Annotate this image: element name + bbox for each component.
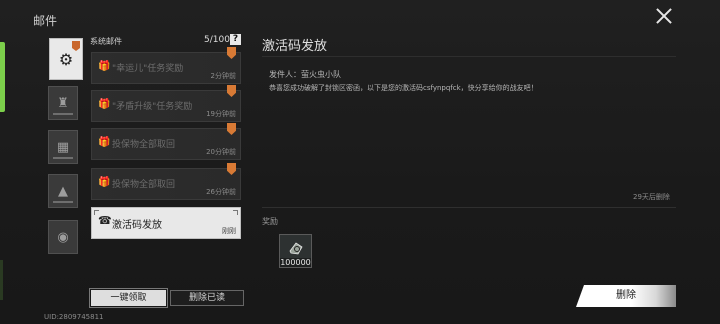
mail-item[interactable]: 🎁 投保物全部取回 26分钟前	[91, 163, 241, 200]
category-warning[interactable]: ▲	[48, 174, 78, 208]
unread-pin-icon	[227, 85, 236, 97]
user-id: UID:2809745811	[44, 313, 104, 321]
unread-pin-icon	[227, 163, 236, 175]
mail-list-header: 系统邮件	[90, 37, 122, 46]
unread-pin-icon	[227, 123, 236, 135]
currency-icon	[289, 242, 303, 255]
mail-detail-title: 激活码发放	[262, 39, 328, 54]
mail-time: 20分钟前	[206, 148, 236, 156]
mail-item[interactable]: 🎁 "矛盾升级"任务奖励 19分钟前	[91, 85, 241, 122]
unread-pin-icon	[227, 47, 236, 59]
mail-item[interactable]: 🎁 "幸运儿"任务奖励 2分钟前	[91, 47, 241, 84]
warning-icon: ▲	[58, 183, 68, 199]
divider	[262, 56, 676, 57]
category-crates[interactable]: ▦	[48, 130, 78, 164]
gift-icon: 🎁	[98, 61, 111, 72]
mail-time: 19分钟前	[206, 110, 236, 118]
crates-icon: ▦	[56, 139, 70, 155]
gear-icon: ⚙	[58, 49, 74, 69]
side-tab-indicator[interactable]	[0, 42, 5, 112]
delete-read-button[interactable]: 删除已读	[170, 290, 244, 306]
gift-icon: 🎁	[98, 177, 111, 188]
mail-subject: 激活码发放	[112, 220, 162, 231]
category-person[interactable]: ♜	[48, 86, 78, 120]
side-tab-indicator-lower	[0, 260, 3, 300]
category-system-mail[interactable]: ⚙	[49, 38, 83, 80]
helmet-icon: ◉	[57, 229, 69, 245]
mail-time: 2分钟前	[210, 72, 236, 80]
divider	[262, 207, 676, 208]
mail-sender: 发件人：萤火虫小队	[269, 70, 341, 79]
mail-item[interactable]: 🎁 投保物全部取回 20分钟前	[91, 123, 241, 160]
mail-subject: "矛盾升级"任务奖励	[112, 102, 193, 112]
person-icon: ♜	[57, 95, 69, 111]
close-icon[interactable]	[654, 6, 674, 26]
badge-icon	[72, 41, 80, 51]
mail-subject: 投保物全部取回	[112, 140, 176, 150]
mail-item-selected[interactable]: ☎ 激活码发放 刚刚	[91, 207, 241, 239]
telephone-icon: ☎	[98, 214, 112, 227]
category-helmet[interactable]: ◉	[48, 220, 78, 254]
reward-item[interactable]: 100000	[279, 234, 312, 268]
help-icon[interactable]: ?	[230, 34, 241, 45]
delete-button[interactable]: 删除	[576, 285, 676, 307]
mail-subject: "幸运儿"任务奖励	[112, 64, 184, 74]
reward-amount: 100000	[280, 258, 311, 267]
mail-time: 刚刚	[222, 227, 236, 235]
gift-icon: 🎁	[98, 99, 111, 110]
mail-screen: 邮件 ⚙ ♜ ▦ ▲ ◉ 系统邮件 5/100 ? 🎁 "幸运儿"任务奖励 2分…	[0, 0, 720, 324]
reward-label: 奖励	[262, 217, 278, 226]
mail-body: 恭喜您成功破解了封锁区密函，以下是您的激活码csfynpqfck，快分享给你的战…	[269, 84, 538, 92]
mail-time: 26分钟前	[206, 188, 236, 196]
claim-all-button[interactable]: 一键领取	[89, 288, 168, 308]
expire-notice: 29天后删除	[633, 193, 670, 201]
gift-icon: 🎁	[98, 137, 111, 148]
mail-subject: 投保物全部取回	[112, 180, 176, 190]
mail-count: 5/100	[204, 35, 230, 45]
page-title: 邮件	[33, 14, 58, 28]
